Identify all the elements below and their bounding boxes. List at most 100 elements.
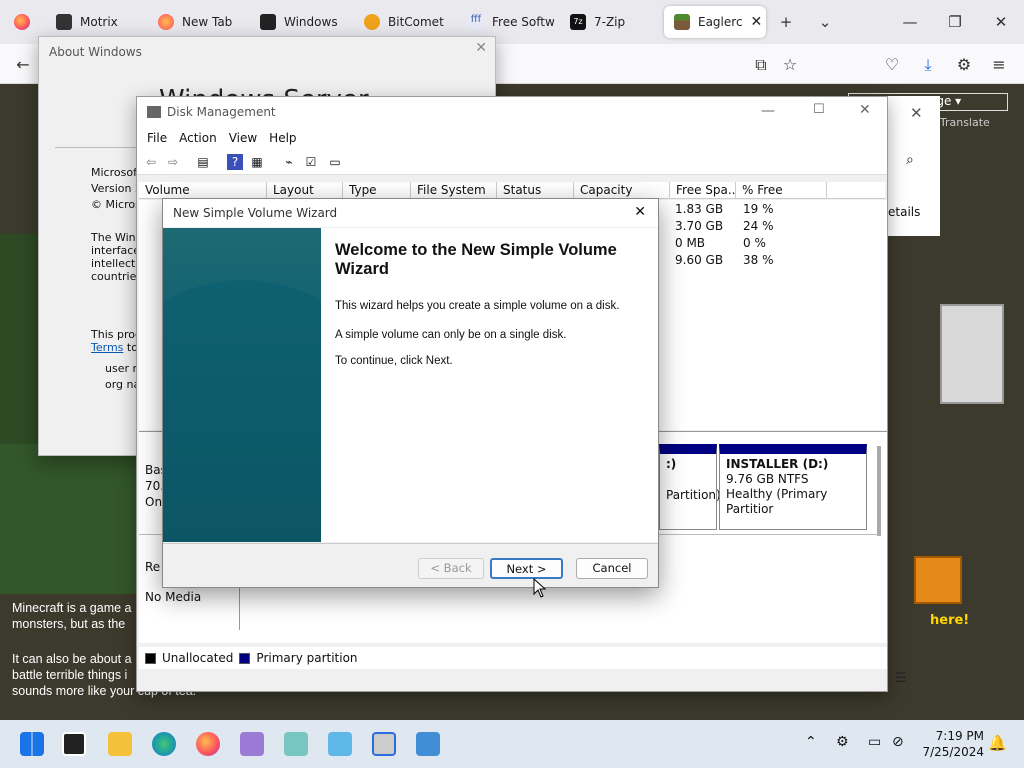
extensions-icon[interactable]: ⚙ [953,54,975,76]
menu-action[interactable]: Action [173,127,223,149]
version-info: Microsoft Version 2 © Micros [91,166,142,211]
close-tab-icon[interactable]: ✕ [751,14,763,30]
taskbar: ⌃ ⚙ ▭ ⊘ 7:19 PM 7/25/2024 🔔 [0,720,1024,768]
edge-icon[interactable] [152,732,176,756]
next-button[interactable]: Next > [490,558,563,579]
panel-close-icon[interactable]: ✕ [910,104,923,122]
app-icon[interactable] [240,732,264,756]
tab-motrix[interactable]: Motrix [46,6,142,38]
menu-view[interactable]: View [223,127,263,149]
divider [163,543,658,544]
col-type[interactable]: Type [343,182,411,198]
chevron-up-icon[interactable]: ⌃ [805,734,817,750]
minimize-icon[interactable]: — [897,10,923,34]
cancel-button[interactable]: Cancel [576,558,648,579]
details-link[interactable]: etails [888,205,920,219]
hamburger-menu-icon[interactable]: ≡ [988,54,1010,76]
clock[interactable]: 7:19 PM 7/25/2024 [914,728,984,760]
back-button[interactable]: < Back [418,558,484,579]
disk-legend: Unallocated Primary partition [139,647,887,669]
7zip-icon: 7z [570,14,586,30]
wizard-heading: Welcome to the New Simple Volume Wizard [335,241,617,278]
disk-management-icon [147,106,161,118]
tab-bitcomet[interactable]: BitComet [354,6,450,38]
about-close-icon[interactable]: ✕ [475,40,487,56]
forward-icon[interactable]: ⇨ [165,154,181,170]
partition-block[interactable]: :) Partition) [659,444,721,530]
wizard-description: This wizard helps you create a simple vo… [335,300,620,312]
col-file-system[interactable]: File System [411,182,497,198]
pocket-icon[interactable]: ♡ [881,54,903,76]
tab-windows[interactable]: Windows [250,6,346,38]
bitcomet-icon [364,14,380,30]
here-link[interactable]: here! [930,613,969,628]
mouse-cursor [533,578,547,598]
free-software-icon: fff [468,14,484,30]
wizard-close-icon[interactable]: ✕ [634,204,646,220]
dm-close-icon[interactable]: ✕ [859,102,871,118]
search-icon[interactable]: ⌕ [906,152,914,168]
new-simple-volume-wizard: New Simple Volume Wizard ✕ Welcome to th… [162,198,659,588]
tab-7zip[interactable]: 7z 7-Zip [560,6,656,38]
firefox-taskbar-icon[interactable] [196,732,220,756]
sheep-image [940,304,1004,404]
col-percent-free[interactable]: % Free [736,182,827,198]
back-arrow-icon[interactable]: ← [12,54,34,76]
license-info: This prod Terms to: [91,328,142,354]
vertical-scrollbar[interactable] [877,446,881,536]
app-icon[interactable] [284,732,308,756]
col-free-space[interactable]: Free Spa... [670,182,736,198]
col-status[interactable]: Status [497,182,574,198]
network-icon[interactable]: ⚙ [836,734,849,750]
no-media-label: No Media [145,590,202,604]
maximize-icon[interactable]: ❐ [942,10,968,34]
download-icon[interactable]: ⤓ [917,54,939,76]
back-icon[interactable]: ⇦ [143,154,159,170]
primary-partition-swatch [239,652,251,664]
display-icon[interactable]: ▭ [868,734,881,750]
grass-block-icon [674,14,690,30]
wizard-titlebar: New Simple Volume Wizard [163,199,658,227]
firefox-menu-icon[interactable] [4,6,36,38]
task-view-icon[interactable] [62,732,86,756]
new-tab-button[interactable]: + [773,10,799,34]
list-view-icon[interactable]: ☰ [895,671,907,686]
list-icon[interactable]: ▭ [327,154,343,170]
about-titlebar: About Windows [39,37,495,67]
bookmark-star-icon[interactable]: ☆ [779,54,801,76]
motrix-icon [56,14,72,30]
help-icon[interactable]: ? [227,154,243,170]
col-layout[interactable]: Layout [267,182,343,198]
dm-minimize-icon[interactable]: — [761,103,775,119]
tab-new-tab[interactable]: New Tab [148,6,244,38]
menu-file[interactable]: File [141,127,173,149]
tab-free-software[interactable]: fff Free Softw [458,6,554,38]
wizard-instruction: To continue, click Next. [335,355,453,367]
connect-icon[interactable]: ⌁ [281,154,297,170]
dm-maximize-icon[interactable]: ☐ [813,102,825,117]
app-icon[interactable] [416,732,440,756]
menu-help[interactable]: Help [263,127,302,149]
terms-link[interactable]: Terms [91,341,123,354]
tab-eaglercraft[interactable]: Eaglerc ✕ [664,6,766,38]
cd-rom-label[interactable]: Re [145,560,160,574]
installer-partition[interactable]: INSTALLER (D:) 9.76 GB NTFS Healthy (Pri… [719,444,867,530]
windows-site-icon [260,14,276,30]
check-icon[interactable]: ☑ [303,154,319,170]
col-volume[interactable]: Volume [139,182,267,198]
file-explorer-icon[interactable] [108,732,132,756]
app-icon[interactable] [328,732,352,756]
close-icon[interactable]: ✕ [988,10,1014,34]
start-windows-icon[interactable] [20,732,44,756]
disk-management-taskbar-icon[interactable] [372,732,396,756]
wizard-body: Welcome to the New Simple Volume Wizard … [163,228,658,542]
grass-background [0,444,140,594]
screenshot-icon[interactable]: ⧉ [750,54,772,76]
properties-icon[interactable]: ▦ [249,154,265,170]
notification-bell-icon[interactable]: 🔔 [988,734,1007,752]
col-capacity[interactable]: Capacity [574,182,670,198]
play-button[interactable] [914,556,962,604]
settings-icon[interactable]: ⊘ [892,734,904,750]
console-tree-icon[interactable]: ▤ [195,154,211,170]
list-all-tabs-icon[interactable]: ⌄ [812,10,838,34]
